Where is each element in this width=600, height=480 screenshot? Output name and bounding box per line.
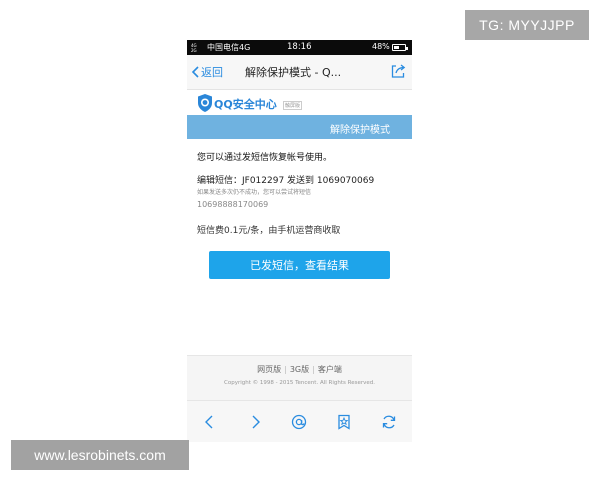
signal-bottom-label: 2G — [191, 47, 197, 53]
retry-hint: 如果发送多次仍不成功，您可以尝试将短信 — [197, 189, 312, 196]
footer-separator: | — [312, 365, 315, 374]
page-title: 解除保护模式 - Q... — [245, 66, 342, 79]
carrier-label: 中国电信4G — [207, 43, 251, 52]
browser-toolbar — [187, 400, 412, 442]
brand-name: QQ安全中心 — [214, 98, 277, 111]
battery-icon — [392, 44, 408, 51]
phone-screen: 4G 2G 中国电信4G 18:16 48% 返回 解除保护模式 - Q... — [187, 40, 412, 442]
section-header: 解除保护模式 — [187, 115, 412, 139]
footer-link-client[interactable]: 客户端 — [318, 365, 342, 374]
chevron-left-icon — [191, 66, 199, 78]
bookmark-star-icon[interactable] — [336, 414, 352, 430]
back-arrow-icon[interactable] — [202, 414, 218, 430]
footer-link-web[interactable]: 网页版 — [257, 365, 281, 374]
back-label: 返回 — [201, 66, 223, 79]
footer-separator: | — [284, 365, 287, 374]
battery-percent: 48% — [372, 42, 390, 51]
brand-tag: 触屏版 — [283, 101, 303, 110]
section-title: 解除保护模式 — [330, 125, 390, 136]
forward-arrow-icon[interactable] — [247, 414, 263, 430]
back-button[interactable]: 返回 — [191, 64, 223, 80]
watermark-top-right: TG: MYYJJPP — [465, 10, 589, 40]
footer-link-3g[interactable]: 3G版 — [290, 365, 309, 374]
alt-sms-number: 10698888170069 — [197, 200, 269, 209]
status-time: 18:16 — [287, 42, 312, 52]
copyright-text: Copyright © 1998 - 2015 Tencent. All Rig… — [224, 380, 375, 386]
footer: 网页版 | 3G版 | 客户端 Copyright © 1998 - 2015 Tenc… — [187, 355, 412, 401]
watermark-bottom-left: www.lesrobinets.com — [11, 440, 189, 470]
headline-text: 您可以通过发短信恢复帐号使用。 — [197, 153, 333, 163]
footer-links: 网页版 | 3G版 | 客户端 — [187, 364, 412, 375]
battery-fill — [394, 46, 399, 49]
refresh-icon[interactable] — [381, 414, 397, 430]
status-bar: 4G 2G 中国电信4G 18:16 48% — [187, 40, 412, 55]
brand-header: QQ安全中心 触屏版 — [187, 90, 412, 115]
nav-bar: 返回 解除保护模式 - Q... — [187, 55, 412, 90]
share-icon[interactable] — [390, 63, 406, 79]
sms-instruction: 编辑短信：JF012297 发送到 1069070069 — [197, 176, 375, 186]
check-result-button[interactable]: 已发短信，查看结果 — [209, 251, 390, 279]
signal-indicator: 4G 2G — [191, 42, 205, 53]
sms-fee-note: 短信费0.1元/条，由手机运营商收取 — [197, 226, 341, 236]
at-icon[interactable] — [291, 414, 307, 430]
shield-logo-icon — [198, 94, 212, 112]
